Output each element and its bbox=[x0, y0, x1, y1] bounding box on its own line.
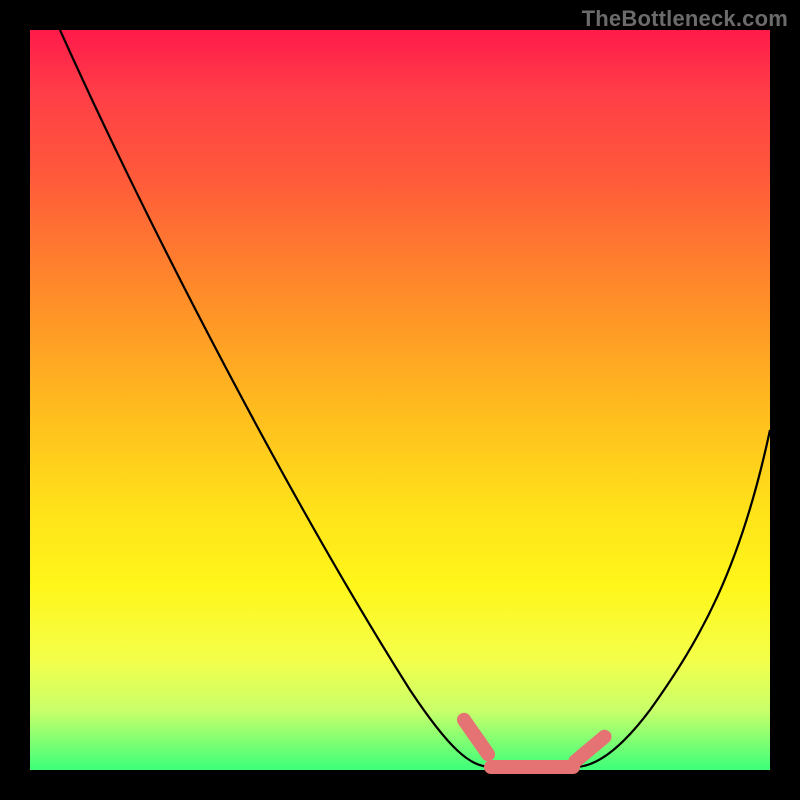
curve-svg bbox=[30, 30, 770, 770]
highlight-floor bbox=[484, 760, 580, 774]
highlight-left bbox=[454, 710, 498, 764]
plot-area bbox=[30, 30, 770, 770]
bottleneck-curve bbox=[60, 30, 770, 767]
attribution-text: TheBottleneck.com bbox=[582, 6, 788, 32]
highlight-right bbox=[566, 727, 615, 771]
chart-frame: TheBottleneck.com bbox=[0, 0, 800, 800]
